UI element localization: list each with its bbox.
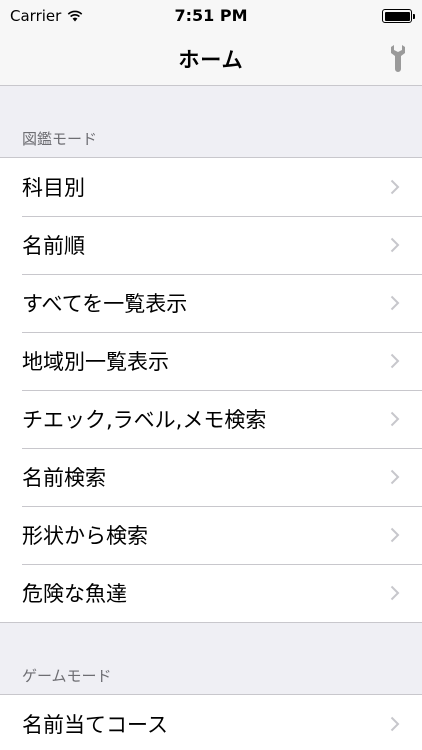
list-item-label: 形状から検索 — [22, 524, 148, 548]
list-item-show-all[interactable]: すべてを一覧表示 — [0, 274, 422, 332]
list-item-check-label-memo-search[interactable]: チエック,ラベル,メモ検索 — [0, 390, 422, 448]
wifi-icon — [68, 10, 83, 22]
list-item-kamoku[interactable]: 科目別 — [0, 158, 422, 216]
chevron-right-icon — [390, 179, 400, 195]
list-item-by-region[interactable]: 地域別一覧表示 — [0, 332, 422, 390]
list-item-label: 名前順 — [22, 234, 85, 258]
chevron-right-icon — [390, 716, 400, 732]
carrier-label: Carrier — [10, 7, 62, 25]
chevron-right-icon — [390, 585, 400, 601]
wrench-icon — [391, 45, 405, 72]
chevron-right-icon — [390, 411, 400, 427]
section-header-game: ゲームモード — [22, 667, 112, 685]
chevron-right-icon — [390, 295, 400, 311]
list-item-label: すべてを一覧表示 — [22, 292, 188, 316]
list-item-namae-jun[interactable]: 名前順 — [0, 216, 422, 274]
battery-icon — [382, 9, 415, 23]
game-mode-list: 名前当てコース — [0, 694, 422, 750]
zukan-mode-list: 科目別 名前順 すべてを一覧表示 地域別一覧表示 チエック,ラベル,メモ検索 名… — [0, 157, 422, 623]
section-header-zukan: 図鑑モード — [22, 130, 98, 148]
list-item-label: 地域別一覧表示 — [22, 350, 169, 374]
settings-wrench-button[interactable] — [386, 43, 410, 73]
chevron-right-icon — [390, 353, 400, 369]
page-title: ホーム — [178, 47, 244, 72]
chevron-right-icon — [390, 527, 400, 543]
navigation-bar: ホーム — [0, 32, 422, 86]
list-item-label: 名前検索 — [22, 466, 106, 490]
list-item-label: 名前当てコース — [22, 713, 168, 737]
list-item-label: 危険な魚達 — [22, 582, 127, 606]
chevron-right-icon — [390, 469, 400, 485]
list-item-label: 科目別 — [22, 176, 85, 200]
status-bar: Carrier — [0, 0, 422, 32]
list-item-label: チエック,ラベル,メモ検索 — [22, 408, 267, 432]
list-item-name-search[interactable]: 名前検索 — [0, 448, 422, 506]
list-item-dangerous-fish[interactable]: 危険な魚達 — [0, 564, 422, 622]
status-left: Carrier — [10, 7, 83, 25]
chevron-right-icon — [390, 237, 400, 253]
list-item-shape-search[interactable]: 形状から検索 — [0, 506, 422, 564]
list-item-name-guess-course[interactable]: 名前当てコース — [0, 695, 422, 750]
